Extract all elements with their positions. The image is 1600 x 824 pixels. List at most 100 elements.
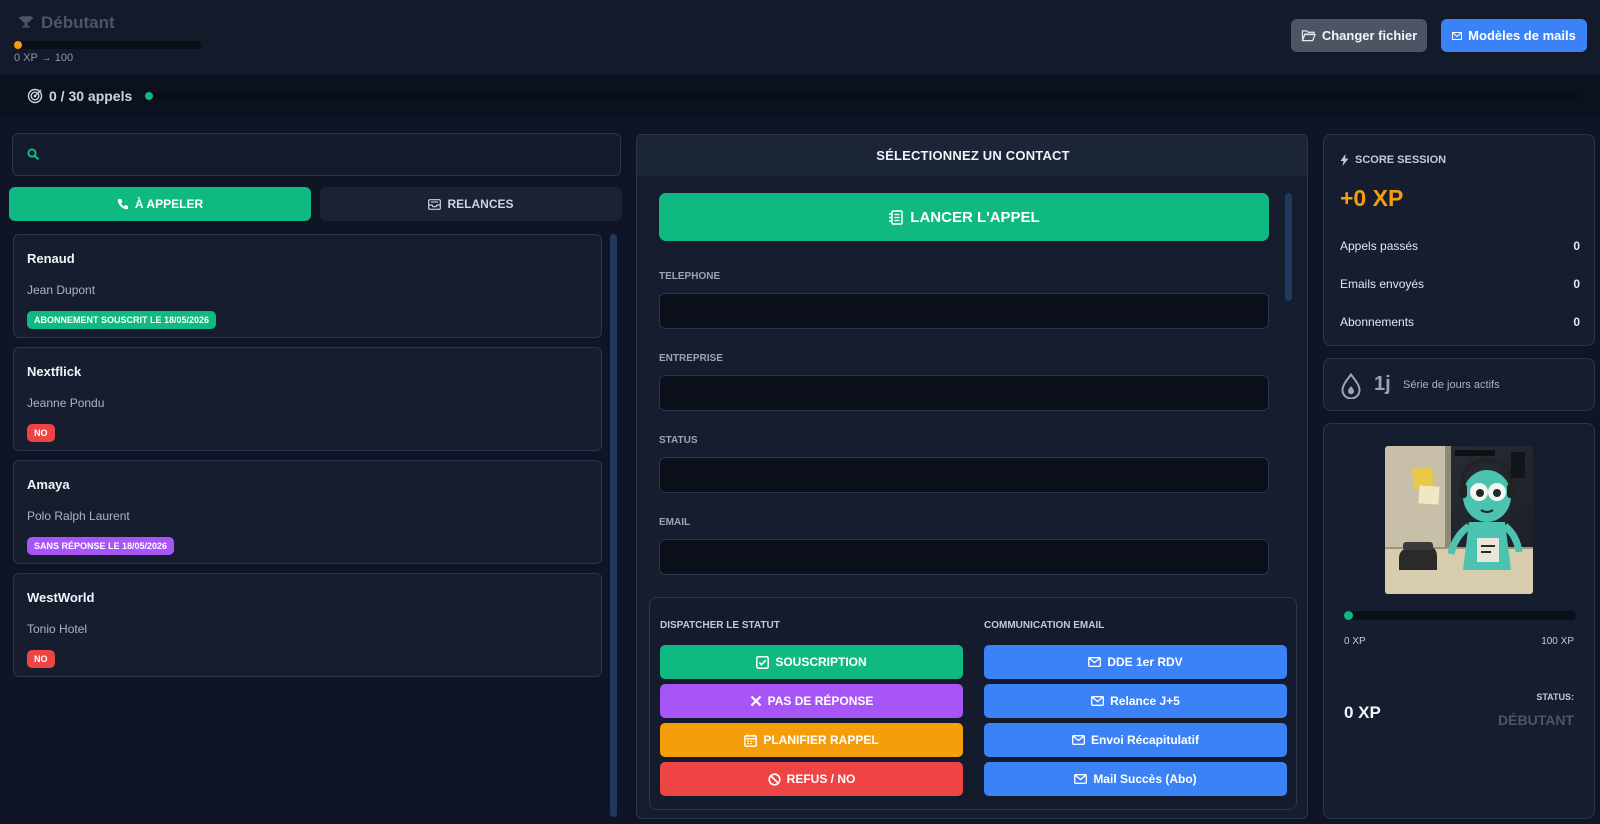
contact-detail-panel: SÉLECTIONNEZ UN CONTACT LANCER L'APPEL T… <box>636 134 1308 819</box>
contact-company: WestWorld <box>27 590 95 605</box>
status-badge: NO <box>27 424 55 442</box>
tab-followups[interactable]: RELANCES <box>320 187 622 221</box>
recap-email-button[interactable]: Envoi Récapitulatif <box>984 723 1287 757</box>
status-badge: ABONNEMENT SOUSCRIT LE 18/05/2026 <box>27 311 217 329</box>
target-icon <box>27 88 43 104</box>
stat-calls-label: Appels passés <box>1340 239 1419 253</box>
inbox-icon <box>428 198 442 210</box>
calls-counter: 0 / 30 appels <box>27 88 132 104</box>
launch-call-button[interactable]: LANCER L'APPEL <box>659 193 1269 241</box>
stat-subscriptions-value: 0 <box>1573 315 1580 329</box>
profile-xp-total: 0 XP <box>1344 703 1381 722</box>
refusal-label: REFUS / NO <box>786 772 856 786</box>
xp-progress-text: 0 XP → 100 <box>14 52 74 64</box>
company-label: ENTREPRISE <box>659 353 723 364</box>
search-input[interactable] <box>12 133 621 176</box>
folder-open-icon <box>1301 30 1316 42</box>
level-indicator: Débutant <box>17 13 115 33</box>
session-xp-value: +0 XP <box>1340 185 1404 211</box>
first-meeting-email-label: DDE 1er RDV <box>1107 655 1183 669</box>
refusal-button[interactable]: REFUS / NO <box>660 762 963 796</box>
stat-calls: Appels passés 0 <box>1340 239 1580 253</box>
drop-icon <box>1341 373 1361 399</box>
contact-company: Amaya <box>27 477 70 492</box>
session-score-header: SCORE SESSION <box>1340 154 1446 166</box>
mail-templates-button[interactable]: Modèles de mails <box>1441 19 1587 52</box>
ban-icon <box>768 772 781 786</box>
followup-email-button[interactable]: Relance J+5 <box>984 684 1287 718</box>
telephone-field[interactable] <box>659 293 1269 329</box>
contact-card[interactable]: Nextflick Jeanne Pondu NO <box>13 347 602 451</box>
detail-title: SÉLECTIONNEZ UN CONTACT <box>637 135 1307 176</box>
detail-scrollbar[interactable] <box>1285 193 1292 301</box>
stat-calls-value: 0 <box>1573 239 1580 253</box>
contact-person: Jean Dupont <box>27 283 96 297</box>
search-icon <box>27 148 40 161</box>
schedule-reminder-button[interactable]: PLANIFIER RAPPEL <box>660 723 963 757</box>
phone-icon <box>117 199 128 210</box>
streak-label: Série de jours actifs <box>1403 379 1500 391</box>
status-field[interactable] <box>659 457 1269 493</box>
contact-list-scrollbar[interactable] <box>610 234 617 817</box>
avatar-illustration <box>1385 446 1533 594</box>
streak-value: 1j <box>1374 373 1391 395</box>
calendar-icon <box>744 734 758 747</box>
streak-card: 1j Série de jours actifs <box>1323 358 1595 411</box>
trophy-icon <box>19 16 33 28</box>
company-field[interactable] <box>659 375 1269 411</box>
success-email-label: Mail Succès (Abo) <box>1093 772 1197 786</box>
contact-company: Nextflick <box>27 364 82 379</box>
change-file-button[interactable]: Changer fichier <box>1291 19 1427 52</box>
calls-progress-bar <box>145 92 1580 100</box>
check-square-icon <box>756 655 770 669</box>
level-name: Débutant <box>41 13 115 32</box>
subscription-button[interactable]: SOUSCRIPTION <box>660 645 963 679</box>
contact-company: Renaud <box>27 251 75 266</box>
status-badge: NO <box>27 650 55 668</box>
contact-person: Tonio Hotel <box>27 622 88 636</box>
stat-subscriptions: Abonnements 0 <box>1340 315 1580 329</box>
contact-person: Polo Ralph Laurent <box>27 509 130 523</box>
contact-card[interactable]: Renaud Jean Dupont ABONNEMENT SOUSCRIT LE … <box>13 234 602 338</box>
envelope-icon <box>1088 657 1102 667</box>
first-meeting-email-button[interactable]: DDE 1er RDV <box>984 645 1287 679</box>
session-score-title: SCORE SESSION <box>1355 154 1447 166</box>
email-field[interactable] <box>659 539 1269 575</box>
success-email-button[interactable]: Mail Succès (Abo) <box>984 762 1287 796</box>
profile-status-value: DÉBUTANT <box>1498 712 1574 728</box>
subscription-label: SOUSCRIPTION <box>775 655 867 669</box>
contact-card[interactable]: Amaya Polo Ralph Laurent SANS RÉPONSE LE 1… <box>13 460 602 564</box>
envelope-icon <box>1452 31 1463 40</box>
profile-card: 0 XP 100 XP 0 XP STATUS: DÉBUTANT <box>1323 423 1595 819</box>
tab-followups-label: RELANCES <box>447 197 514 211</box>
change-file-label: Changer fichier <box>1321 28 1418 43</box>
profile-status-label: STATUS: <box>1536 692 1574 702</box>
envelope-icon <box>1074 774 1088 784</box>
calls-counter-label: 0 / 30 appels <box>49 88 133 104</box>
calls-progress-fill <box>145 92 153 100</box>
no-answer-button[interactable]: PAS DE RÉPONSE <box>660 684 963 718</box>
tab-to-call[interactable]: À APPELER <box>9 187 311 221</box>
session-score-card: SCORE SESSION +0 XP Appels passés 0 Emai… <box>1323 134 1595 346</box>
email-label: EMAIL <box>659 517 691 528</box>
stat-emails: Emails envoyés 0 <box>1340 277 1580 291</box>
tab-to-call-label: À APPELER <box>134 197 204 211</box>
x-icon <box>750 695 761 707</box>
schedule-reminder-label: PLANIFIER RAPPEL <box>763 733 879 747</box>
no-answer-label: PAS DE RÉPONSE <box>767 694 874 708</box>
contact-card[interactable]: WestWorld Tonio Hotel NO <box>13 573 602 677</box>
followup-email-label: Relance J+5 <box>1110 694 1180 708</box>
profile-xp-max: 100 XP <box>1541 636 1574 647</box>
call-log-icon <box>889 209 904 225</box>
stat-emails-value: 0 <box>1573 277 1580 291</box>
mail-templates-label: Modèles de mails <box>1468 28 1576 43</box>
contact-person: Jeanne Pondu <box>27 396 105 410</box>
status-badge: SANS RÉPONSE LE 18/05/2026 <box>27 537 175 555</box>
status-label: STATUS <box>659 435 698 446</box>
lightning-icon <box>1340 154 1349 166</box>
envelope-icon <box>1072 735 1085 745</box>
xp-progress-fill <box>14 41 22 49</box>
stat-subscriptions-label: Abonnements <box>1340 315 1415 329</box>
actions-panel: DISPATCHER LE STATUT COMMUNICATION EMAIL… <box>649 597 1297 810</box>
recap-email-label: Envoi Récapitulatif <box>1090 733 1200 747</box>
